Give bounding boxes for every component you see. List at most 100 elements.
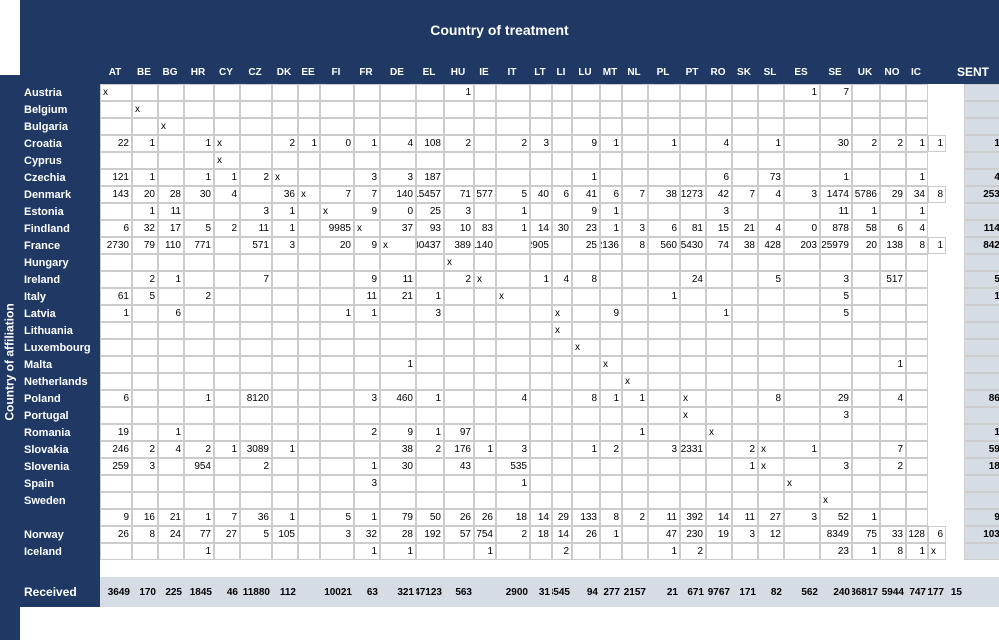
cell [416, 492, 444, 509]
cell: 3 [820, 407, 852, 424]
cell [474, 118, 496, 135]
cell [416, 118, 444, 135]
sent-cell: 130 [964, 424, 999, 441]
cell: x [928, 543, 946, 560]
cell: 1 [184, 543, 214, 560]
cell [706, 441, 732, 458]
cell [732, 271, 758, 288]
cell [184, 424, 214, 441]
cell: 2 [132, 441, 158, 458]
cell [132, 305, 158, 322]
cell [648, 101, 680, 118]
col-header-LU: LU [572, 67, 600, 78]
cell [706, 271, 732, 288]
cell [214, 118, 240, 135]
cell [474, 254, 496, 271]
cell: 1 [648, 135, 680, 152]
received-cell: 63 [354, 587, 380, 598]
table-row: Lithuaniax [20, 322, 999, 339]
received-cell: 11880 [240, 587, 272, 598]
cell [530, 373, 552, 390]
cell: 3 [240, 203, 272, 220]
cell [706, 407, 732, 424]
table-row: Portugalx33 [20, 407, 999, 424]
cell: 0 [380, 203, 416, 220]
cell: 30437 [416, 237, 444, 254]
cell [298, 203, 320, 220]
cell [680, 203, 706, 220]
cell [496, 152, 530, 169]
cell [622, 356, 648, 373]
cell [214, 424, 240, 441]
cell [214, 356, 240, 373]
table-row: Malta1x12 [20, 356, 999, 373]
cell: 11 [732, 509, 758, 526]
cell [184, 305, 214, 322]
received-cell: 21 [648, 587, 680, 598]
cell [906, 322, 928, 339]
cell: 138 [880, 237, 906, 254]
cell: 1 [706, 305, 732, 322]
cell [906, 458, 928, 475]
cell [474, 356, 496, 373]
sent-cell: 107 [964, 288, 999, 305]
cell [444, 288, 474, 305]
cell: 1 [906, 135, 928, 152]
cell: 1 [132, 135, 158, 152]
cell [758, 407, 784, 424]
received-cell: 5944 [880, 587, 906, 598]
cell [100, 203, 132, 220]
cell [880, 475, 906, 492]
cell [600, 373, 622, 390]
sent-cell: 594 [964, 271, 999, 288]
cell: 1 [354, 305, 380, 322]
cell [530, 203, 552, 220]
cell: x [380, 237, 416, 254]
cell [880, 509, 906, 526]
received-cell: 112 [272, 587, 298, 598]
cell: 11 [354, 288, 380, 305]
cell [474, 322, 496, 339]
cell [132, 152, 158, 169]
cell: 28 [158, 186, 184, 203]
cell: 9 [354, 271, 380, 288]
row-label: Netherlands [20, 373, 100, 390]
cell: 79 [132, 237, 158, 254]
cell [320, 407, 354, 424]
cell: 517 [880, 271, 906, 288]
cell [552, 475, 572, 492]
cell [784, 118, 820, 135]
cell [732, 356, 758, 373]
cell: 9 [572, 135, 600, 152]
cell [906, 373, 928, 390]
col-header-CY: CY [214, 67, 240, 78]
cell: x [758, 458, 784, 475]
cell: 8 [906, 237, 928, 254]
cell [380, 339, 416, 356]
cell [158, 288, 184, 305]
cell [820, 424, 852, 441]
cell: 2 [732, 441, 758, 458]
sent-cell: 84212 [964, 237, 999, 254]
cell [272, 373, 298, 390]
cell [416, 407, 444, 424]
cell [240, 339, 272, 356]
cell [272, 118, 298, 135]
cell [706, 356, 732, 373]
cell [622, 254, 648, 271]
row-label: Findland [20, 220, 100, 237]
cell [706, 475, 732, 492]
received-cell: 563 [444, 587, 474, 598]
cell [852, 84, 880, 101]
cell [298, 271, 320, 288]
cell [184, 271, 214, 288]
cell [240, 254, 272, 271]
cell: 4 [380, 135, 416, 152]
received-cell: 170 [132, 587, 158, 598]
cell: x [622, 373, 648, 390]
cell [880, 118, 906, 135]
cell: 1 [132, 169, 158, 186]
cell: 42 [706, 186, 732, 203]
cell: 1 [600, 135, 622, 152]
cell: 15 [706, 220, 732, 237]
